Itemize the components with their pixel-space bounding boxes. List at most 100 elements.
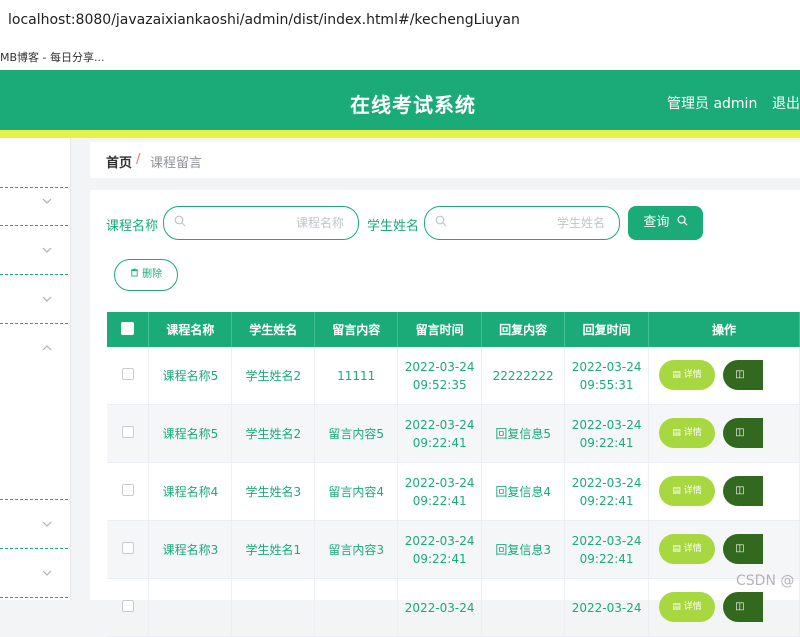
- select-all-checkbox[interactable]: [121, 321, 135, 335]
- course-name-field[interactable]: [163, 206, 359, 240]
- row-checkbox[interactable]: [121, 367, 134, 380]
- search-icon: [677, 215, 688, 230]
- sidebar-item[interactable]: [0, 225, 70, 275]
- student-name-cell: [231, 578, 316, 637]
- course-name-cell: 课程名称5: [148, 404, 233, 463]
- query-button-label: 查询: [643, 215, 670, 230]
- student-name-input[interactable]: [453, 213, 607, 233]
- row-checkbox[interactable]: [121, 425, 134, 438]
- sidebar-item[interactable]: [0, 323, 70, 373]
- sidebar-item[interactable]: [0, 548, 70, 598]
- message-content-cell: 留言内容4: [314, 462, 399, 521]
- reply-date: 2022-03-24: [571, 600, 642, 615]
- message-table: 课程名称 学生姓名 留言内容 留言时间 回复内容 回复时间 操作 课程名称5 学生…: [107, 312, 800, 637]
- row-delete-button[interactable]: ◫: [723, 592, 764, 622]
- row-select-cell[interactable]: [107, 347, 150, 405]
- reply-time-cell: 2022-03-24 09:55:31: [564, 347, 650, 405]
- course-name-cell: 课程名称4: [148, 462, 233, 521]
- breadcrumb: 首页 / 课程留言: [90, 142, 800, 178]
- student-name-label: 学生姓名: [367, 219, 420, 234]
- message-content-cell: [314, 578, 399, 637]
- delete-button-label: 删除: [142, 269, 163, 280]
- browser-address-bar[interactable]: localhost:8080/javazaixiankaoshi/admin/d…: [0, 0, 800, 43]
- operation-cell: ▤ 详情 ◫: [648, 520, 800, 579]
- delete-icon: ◫: [735, 601, 745, 612]
- message-content-cell: 留言内容3: [314, 520, 399, 579]
- reply-date: 2022-03-24: [571, 417, 642, 432]
- detail-icon: ▤: [672, 602, 681, 612]
- table-row: 2022-03-24 2022-03-24 ▤ 详情 ◫: [107, 578, 800, 637]
- course-name-cell: 课程名称3: [148, 520, 233, 579]
- breadcrumb-home[interactable]: 首页: [106, 152, 132, 171]
- select-all-cell[interactable]: [107, 312, 150, 347]
- detail-button[interactable]: ▤ 详情: [659, 418, 716, 448]
- breadcrumb-current: 课程留言: [150, 156, 203, 171]
- table-header-row: 课程名称 学生姓名 留言内容 留言时间 回复内容 回复时间 操作: [107, 312, 800, 347]
- operation-cell: ▤ 详情 ◫: [648, 347, 800, 405]
- row-delete-button[interactable]: ◫: [723, 476, 764, 506]
- sidebar-item[interactable]: [0, 274, 70, 324]
- row-delete-button[interactable]: ◫: [723, 418, 764, 448]
- sidebar-item[interactable]: [0, 176, 70, 226]
- chevron-down-icon: [42, 519, 52, 529]
- detail-button[interactable]: ▤ 详情: [659, 360, 716, 390]
- reply-content-cell: 回复信息5: [481, 404, 566, 463]
- message-clock: 09:22:41: [412, 551, 467, 566]
- row-select-cell[interactable]: [107, 462, 150, 521]
- sidebar: [0, 138, 71, 600]
- header-accent-bar: [0, 130, 800, 138]
- row-delete-button[interactable]: ◫: [723, 534, 764, 564]
- reply-date: 2022-03-24: [571, 475, 642, 490]
- message-clock: 09:22:41: [412, 435, 467, 450]
- reply-content-cell: 回复信息4: [481, 462, 566, 521]
- student-name-cell: 学生姓名2: [231, 347, 316, 405]
- reply-clock: 09:55:31: [579, 377, 634, 392]
- chevron-down-icon: [42, 196, 52, 206]
- row-select-cell[interactable]: [107, 404, 150, 463]
- url-host: localhost: [8, 12, 71, 28]
- message-time-cell: 2022-03-24 09:22:41: [397, 462, 483, 521]
- row-checkbox[interactable]: [121, 599, 134, 612]
- message-time-cell: 2022-03-24 09:22:41: [397, 404, 483, 463]
- bookmark-item[interactable]: MB博客 - 每日分享...: [0, 49, 105, 65]
- app-header: 在线考试系统 管理员 admin 退出: [0, 70, 800, 130]
- table-row: 课程名称4 学生姓名3 留言内容4 2022-03-24 09:22:41 回复信息4 20…: [107, 462, 800, 521]
- search-icon: [174, 215, 188, 229]
- table-row: 课程名称3 学生姓名1 留言内容3 2022-03-24 09:22:41 回复信息3 20…: [107, 520, 800, 579]
- detail-button[interactable]: ▤ 详情: [659, 592, 716, 622]
- message-time-cell: 2022-03-24 09:22:41: [397, 520, 483, 579]
- course-name-cell: 课程名称5: [148, 347, 233, 405]
- delete-button[interactable]: 删除: [114, 259, 178, 291]
- detail-button[interactable]: ▤ 详情: [659, 534, 716, 564]
- admin-label: 管理员 admin: [667, 96, 758, 112]
- message-date: 2022-03-24: [404, 359, 475, 374]
- message-clock: 09:22:41: [412, 493, 467, 508]
- column-header: 回复内容: [481, 312, 566, 347]
- row-select-cell[interactable]: [107, 578, 150, 637]
- reply-content-cell: 回复信息3: [481, 520, 566, 579]
- sidebar-item[interactable]: [0, 450, 70, 500]
- course-name-input[interactable]: [192, 213, 346, 233]
- detail-icon: ▤: [672, 428, 681, 438]
- query-button[interactable]: 查询: [628, 206, 703, 240]
- detail-button-label: 详情: [683, 544, 702, 554]
- column-header: 课程名称: [148, 312, 233, 347]
- message-date: 2022-03-24: [404, 475, 475, 490]
- detail-button[interactable]: ▤ 详情: [659, 476, 716, 506]
- row-select-cell[interactable]: [107, 520, 150, 579]
- sidebar-item[interactable]: [0, 499, 70, 549]
- row-checkbox[interactable]: [121, 483, 134, 496]
- breadcrumb-separator: /: [136, 152, 141, 167]
- message-date: 2022-03-24: [404, 417, 475, 432]
- row-checkbox[interactable]: [121, 541, 134, 554]
- logout-link[interactable]: 退出: [772, 93, 800, 113]
- student-name-field[interactable]: [424, 206, 620, 240]
- chevron-up-icon: [42, 343, 52, 353]
- url-text[interactable]: localhost:8080/javazaixiankaoshi/admin/d…: [8, 12, 520, 28]
- column-header: 留言内容: [314, 312, 399, 347]
- delete-icon: ◫: [735, 369, 745, 380]
- detail-button-label: 详情: [683, 428, 702, 438]
- row-delete-button[interactable]: ◫: [723, 360, 764, 390]
- detail-button-label: 详情: [683, 370, 702, 380]
- delete-icon: [130, 268, 139, 280]
